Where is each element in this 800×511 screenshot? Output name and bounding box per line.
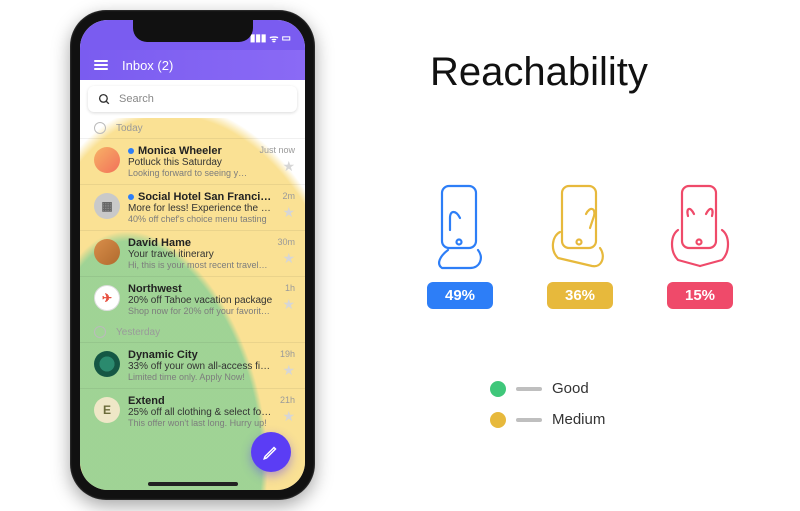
signal-icon: ▮▮▮	[250, 33, 267, 44]
email-subject: 20% off Tahoe vacation package	[128, 295, 274, 306]
email-from: Social Hotel San Francisco	[128, 191, 274, 203]
email-row[interactable]: ▦ Social Hotel San Francisco More for le…	[80, 184, 305, 230]
email-row[interactable]: David Hame Your travel itinerary Hi, thi…	[80, 230, 305, 276]
legend-label: Medium	[552, 411, 605, 428]
email-subject: 25% off all clothing & select footwear	[128, 407, 272, 418]
grip-percent: 36%	[547, 282, 613, 309]
star-icon[interactable]: ★	[282, 251, 295, 265]
email-row[interactable]: Monica Wheeler Potluck this Saturday Loo…	[80, 138, 305, 184]
status-icons: ▮▮▮ ᯤ ▭	[250, 31, 291, 45]
legend-swatch-medium	[490, 412, 506, 428]
menu-icon[interactable]	[94, 60, 108, 70]
grip-cradle: 36%	[540, 180, 620, 309]
page-title: Reachability	[430, 50, 648, 95]
star-icon[interactable]: ★	[282, 297, 295, 311]
email-time: Just now	[259, 145, 295, 155]
email-row[interactable]: ✈ Northwest 20% off Tahoe vacation packa…	[80, 276, 305, 322]
avatar	[94, 239, 120, 265]
reach-legend: Good Medium	[490, 380, 605, 428]
star-icon[interactable]: ★	[282, 159, 295, 173]
hand-phone-icon	[420, 180, 500, 270]
date-separator-today: Today	[80, 118, 305, 138]
email-from: David Hame	[128, 237, 269, 249]
email-time: 2m	[282, 191, 295, 201]
star-icon[interactable]: ★	[282, 409, 295, 423]
select-all-icon[interactable]	[94, 122, 106, 134]
legend-dash	[516, 418, 542, 422]
email-row[interactable]: Dynamic City 33% off your own all-access…	[80, 342, 305, 388]
phone-notch	[133, 20, 253, 42]
date-separator-yesterday: Yesterday	[80, 322, 305, 342]
email-from: Monica Wheeler	[128, 145, 251, 157]
select-all-icon[interactable]	[94, 326, 106, 338]
legend-dash	[516, 387, 542, 391]
legend-swatch-good	[490, 381, 506, 397]
hand-phone-icon	[660, 180, 740, 270]
legend-good: Good	[490, 380, 605, 397]
star-icon[interactable]: ★	[282, 363, 295, 377]
email-preview: Shop now for 20% off your favorite…	[128, 306, 274, 316]
email-preview: Limited time only. Apply Now!	[128, 372, 272, 382]
email-time: 19h	[280, 349, 295, 359]
avatar: ✈	[94, 285, 120, 311]
email-preview: Looking forward to seeing you at the p…	[128, 168, 251, 178]
email-from: Northwest	[128, 283, 274, 295]
legend-label: Good	[552, 380, 589, 397]
search-bar[interactable]: Search	[88, 86, 297, 112]
email-time: 30m	[277, 237, 295, 247]
email-row[interactable]: E Extend 25% off all clothing & select f…	[80, 388, 305, 434]
email-preview: 40% off chef's choice menu tasting	[128, 214, 274, 224]
avatar	[94, 147, 120, 173]
grip-illustrations: 49% 36% 15%	[420, 180, 740, 309]
email-subject: Potluck this Saturday	[128, 157, 251, 168]
app-bar: Inbox (2)	[80, 50, 305, 80]
grip-one-hand: 49%	[420, 180, 500, 309]
avatar: ▦	[94, 193, 120, 219]
grip-percent: 49%	[427, 282, 493, 309]
home-indicator	[148, 482, 238, 486]
phone-screen: ▮▮▮ ᯤ ▭ Inbox (2) Search Today Monic	[80, 20, 305, 490]
grip-percent: 15%	[667, 282, 733, 309]
battery-icon: ▭	[282, 33, 291, 44]
email-time: 21h	[280, 395, 295, 405]
legend-medium: Medium	[490, 411, 605, 428]
email-subject: More for less! Experience the city	[128, 203, 274, 214]
email-subject: 33% off your own all-access fitness boo…	[128, 361, 272, 372]
avatar: E	[94, 397, 120, 423]
search-placeholder: Search	[119, 93, 154, 105]
email-time: 1h	[285, 283, 295, 293]
compose-button[interactable]	[251, 432, 291, 472]
pencil-icon	[262, 443, 280, 461]
email-from: Extend	[128, 395, 272, 407]
star-icon[interactable]: ★	[282, 205, 295, 219]
email-from: Dynamic City	[128, 349, 272, 361]
inbox-title: Inbox (2)	[122, 58, 173, 73]
search-icon	[98, 93, 111, 106]
email-subject: Your travel itinerary	[128, 249, 269, 260]
avatar	[94, 351, 120, 377]
email-preview: Hi, this is your most recent travel itin…	[128, 260, 269, 270]
email-preview: This offer won't last long. Hurry up!	[128, 418, 272, 428]
wifi-icon: ᯤ	[269, 31, 278, 45]
hand-phone-icon	[540, 180, 620, 270]
phone-frame: ▮▮▮ ᯤ ▭ Inbox (2) Search Today Monic	[70, 10, 315, 500]
grip-two-hands: 15%	[660, 180, 740, 309]
